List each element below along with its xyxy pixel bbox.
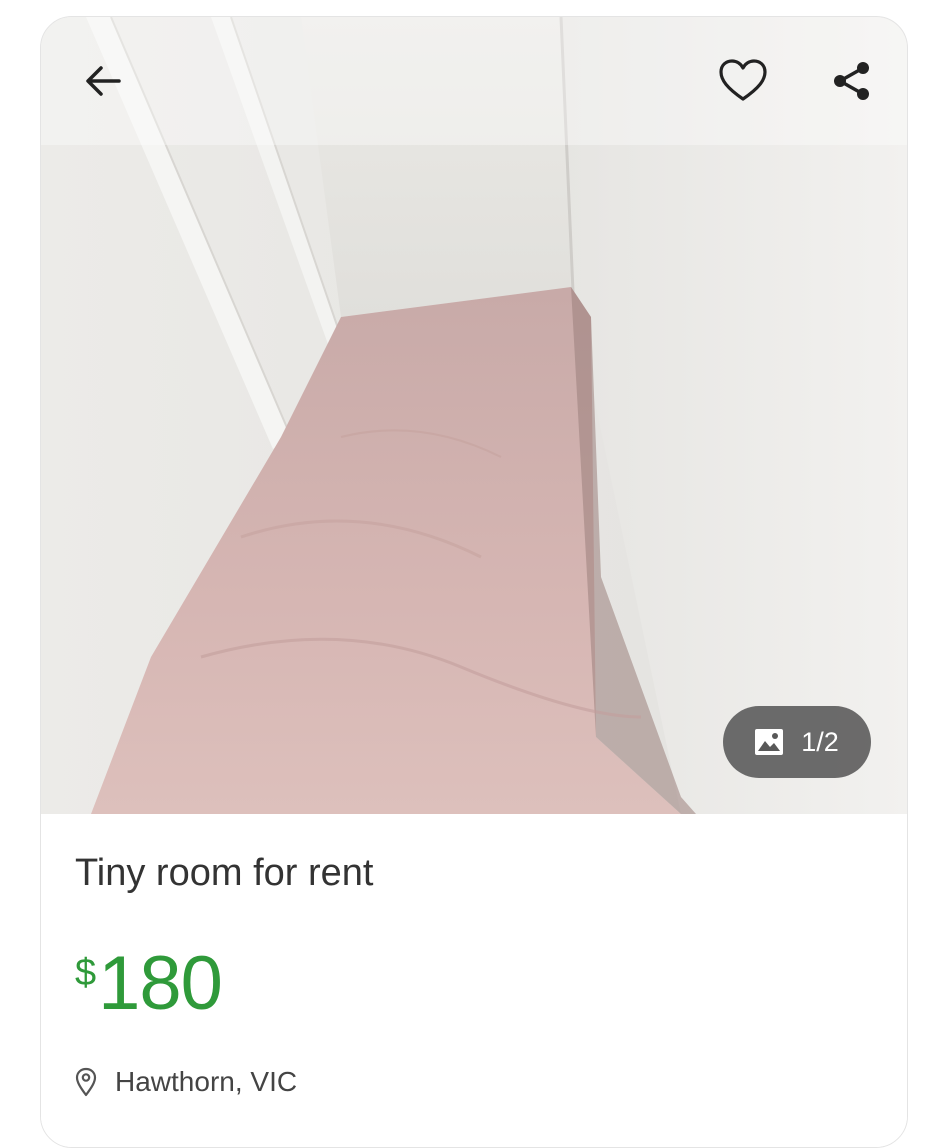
listing-location: Hawthorn, VIC xyxy=(75,1066,297,1098)
back-button[interactable] xyxy=(71,49,135,113)
favorite-button[interactable] xyxy=(711,49,775,113)
location-text: Hawthorn, VIC xyxy=(115,1066,298,1097)
listing-price: $ 180 xyxy=(75,941,223,1026)
price-currency: $ xyxy=(75,952,97,994)
listing-info: Tiny room for rent $ 180 Hawthorn, VIC xyxy=(41,814,907,1147)
listing-photo[interactable]: 1/2 xyxy=(41,17,907,814)
photo-counter-text: 1/2 xyxy=(801,726,839,757)
heart-icon xyxy=(719,59,767,101)
price-amount: 180 xyxy=(98,941,223,1026)
map-pin-icon xyxy=(75,1067,97,1097)
share-button[interactable] xyxy=(820,49,884,113)
image-icon xyxy=(755,729,784,755)
listing-title: Tiny room for rent xyxy=(75,852,374,894)
listing-card: 1/2 Tiny room for rent $ 180 Hawthorn, V… xyxy=(40,16,908,1148)
photo-counter-badge[interactable]: 1/2 xyxy=(723,706,871,778)
photo-top-bar xyxy=(41,17,907,145)
arrow-left-icon xyxy=(86,66,121,96)
share-icon xyxy=(834,62,869,100)
